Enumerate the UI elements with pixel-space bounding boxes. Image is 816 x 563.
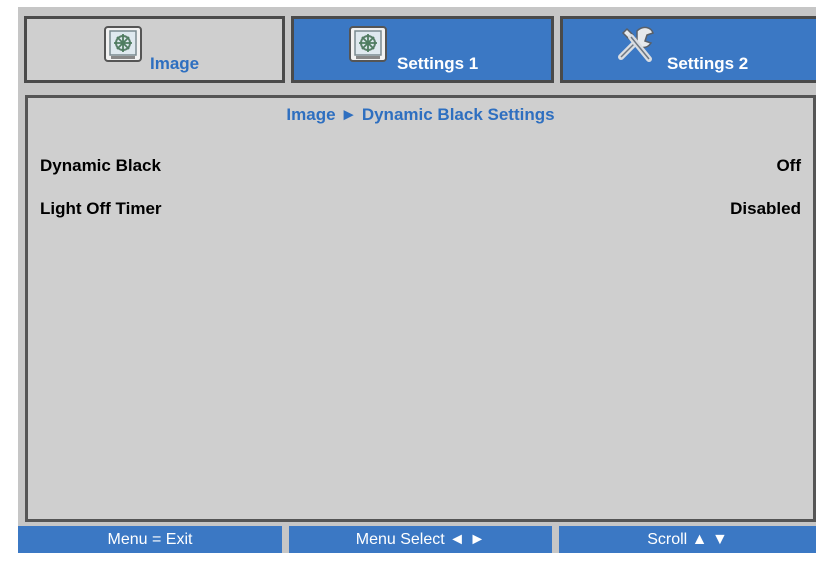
setting-value: Off [776, 156, 801, 175]
tab-image-label: Image [150, 54, 200, 73]
osd-menu: Image Settings 1 Settings 2 Image ► Dyna… [18, 7, 816, 553]
setting-row-dynamic-black[interactable]: Dynamic Black Off [40, 156, 801, 178]
setting-value: Disabled [730, 199, 801, 218]
footer-hints: Menu = Exit Menu Select ◄ ► Scroll ▲ ▼ [18, 526, 816, 553]
setting-row-light-off-timer[interactable]: Light Off Timer Disabled [40, 199, 801, 221]
tab-settings-2-label: Settings 2 [667, 54, 749, 73]
footer-hint-scroll: Scroll ▲ ▼ [559, 526, 816, 553]
setting-label: Light Off Timer [40, 199, 162, 218]
tab-image[interactable]: Image [24, 16, 285, 83]
settings-panel: Image ► Dynamic Black Settings Dynamic B… [25, 95, 816, 522]
tab-settings-1[interactable]: Settings 1 [291, 16, 554, 83]
image-icon [349, 26, 387, 62]
breadcrumb: Image ► Dynamic Black Settings [286, 105, 555, 124]
footer-hint-menu-select: Menu Select ◄ ► [289, 526, 552, 553]
tools-icon [618, 26, 654, 62]
tab-settings-2[interactable]: Settings 2 [560, 16, 816, 83]
footer-hint-exit: Menu = Exit [18, 526, 282, 553]
image-icon [104, 26, 142, 62]
tab-settings-1-label: Settings 1 [397, 54, 479, 73]
setting-label: Dynamic Black [40, 156, 161, 175]
